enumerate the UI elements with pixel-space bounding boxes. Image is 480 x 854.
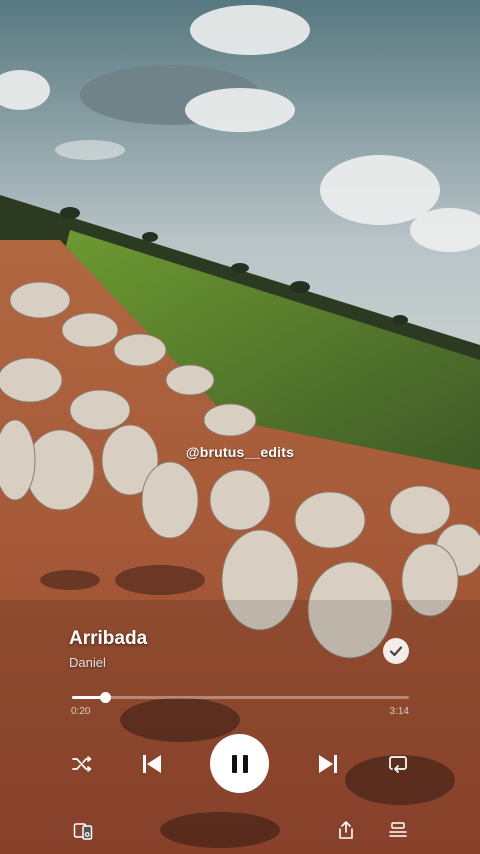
background-photo (0, 0, 480, 854)
play-pause-button[interactable] (210, 734, 269, 793)
progress-bar[interactable] (72, 692, 409, 703)
repeat-button[interactable] (386, 752, 410, 776)
track-artist[interactable]: Daniel (69, 655, 106, 670)
pause-icon (231, 754, 248, 773)
shuffle-button[interactable] (70, 752, 94, 776)
elapsed-time: 0:20 (71, 706, 91, 717)
next-button[interactable] (315, 751, 341, 777)
connect-device-icon (73, 823, 93, 840)
shuffle-icon (72, 756, 92, 772)
share-icon (339, 821, 353, 839)
cattle-herd-scene (0, 0, 480, 854)
watermark-handle: @brutus__edits (185, 444, 295, 460)
share-button[interactable] (335, 819, 357, 841)
duration-time: 3:14 (389, 706, 409, 717)
check-icon (389, 646, 403, 657)
skip-next-icon (319, 755, 337, 773)
track-title[interactable]: Arribada (69, 628, 147, 650)
connect-device-button[interactable] (72, 820, 94, 842)
previous-button[interactable] (139, 751, 165, 777)
queue-icon (389, 822, 407, 837)
liked-check-button[interactable] (383, 638, 409, 664)
skip-previous-icon (143, 755, 161, 773)
repeat-icon (389, 756, 407, 773)
queue-button[interactable] (387, 819, 409, 841)
